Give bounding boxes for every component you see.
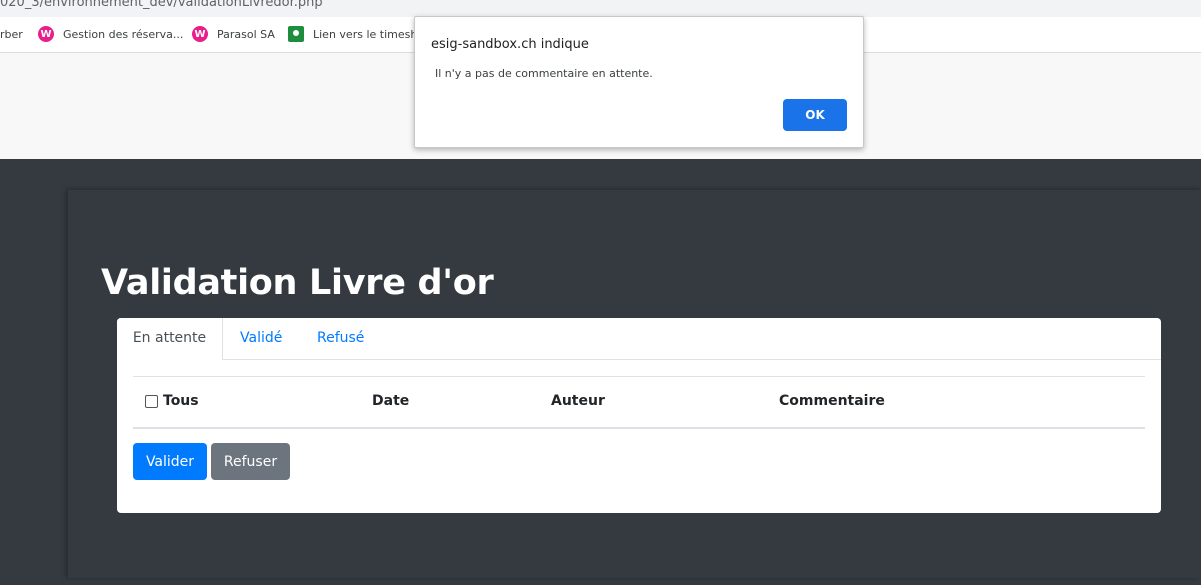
tab-refuse[interactable]: Refusé <box>317 318 364 359</box>
refuse-button[interactable]: Refuser <box>211 443 290 480</box>
table-header-tous: Tous <box>145 393 199 409</box>
tab-valide[interactable]: Validé <box>240 318 282 359</box>
bookmark-item-timesheet[interactable]: Lien vers le timeshe <box>288 17 424 51</box>
dialog-message: Il n'y a pas de commentaire en attente. <box>435 67 653 80</box>
bookmark-label: Lien vers le timeshe <box>313 27 425 41</box>
table-header-commentaire: Commentaire <box>779 393 885 409</box>
address-bar[interactable]: 020_3/environnement_dev/validationLivred… <box>0 0 1201 17</box>
dialog-title: esig-sandbox.ch indique <box>431 37 589 52</box>
alert-dialog: esig-sandbox.ch indique Il n'y a pas de … <box>414 16 864 148</box>
table-header-date: Date <box>372 393 410 409</box>
url-text: 020_3/environnement_dev/validationLivred… <box>0 0 323 10</box>
dialog-ok-button[interactable]: OK <box>783 99 847 131</box>
page-title: Validation Livre d'or <box>101 263 494 303</box>
bookmark-label: rber <box>0 27 23 41</box>
select-all-checkbox[interactable] <box>145 394 158 408</box>
bookmark-label: Gestion des réserva... <box>63 27 184 41</box>
bookmark-item-gestion-reservations[interactable]: W Gestion des réserva... <box>38 17 183 51</box>
table-header-auteur: Auteur <box>551 393 605 409</box>
tab-en-attente[interactable]: En attente <box>117 318 223 360</box>
comments-table: Tous Date Auteur Commentaire <box>133 376 1145 429</box>
header-label-tous: Tous <box>163 393 199 409</box>
validation-card: En attente Validé Refusé Tous Date Auteu… <box>117 318 1161 513</box>
tabs-nav: En attente Validé Refusé <box>117 318 1161 360</box>
pink-w-icon: W <box>38 26 54 42</box>
bookmark-label: Parasol SA <box>217 27 275 41</box>
validate-button[interactable]: Valider <box>133 443 207 480</box>
bookmark-item-1[interactable]: rber <box>0 17 23 51</box>
green-classroom-icon <box>288 26 304 42</box>
pink-w-icon: W <box>192 26 208 42</box>
bookmark-item-parasol[interactable]: W Parasol SA <box>192 17 275 51</box>
